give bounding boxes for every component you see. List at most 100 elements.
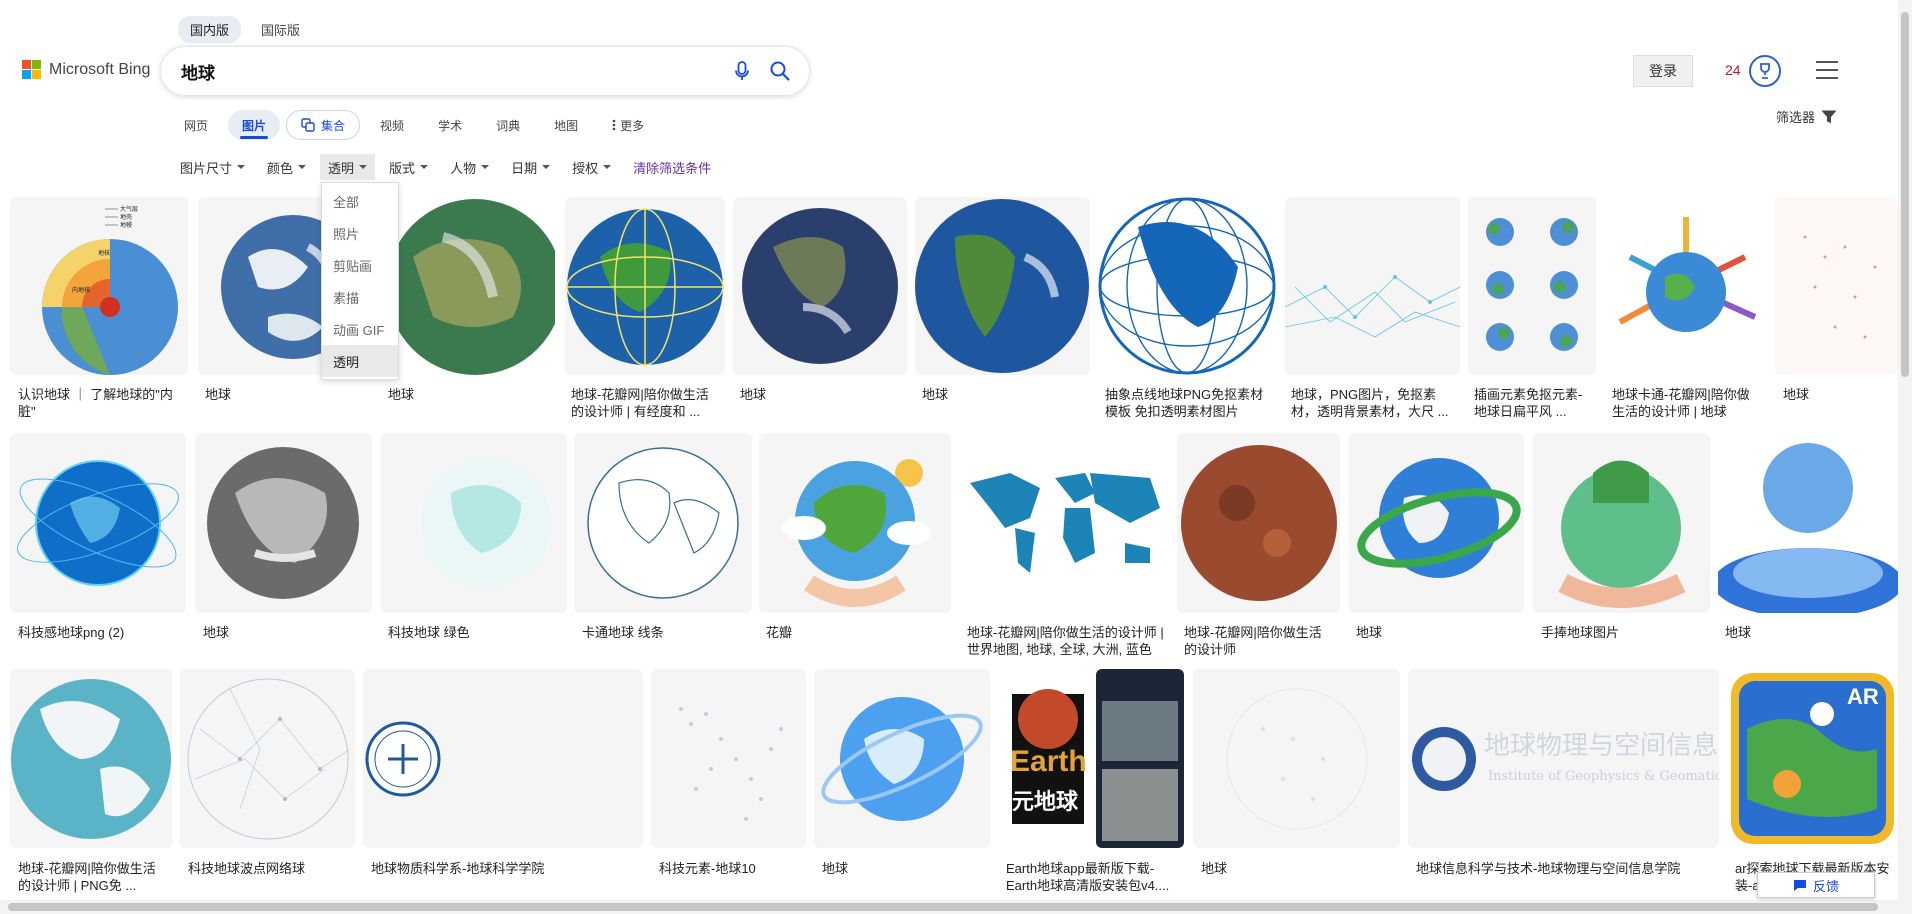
feedback-button[interactable]: 反馈 xyxy=(1757,872,1875,898)
search-input[interactable] xyxy=(181,61,715,81)
image-result[interactable] xyxy=(1177,433,1340,613)
image-caption[interactable]: 地球-花瓣网|陪你做生活的设计师 | 世界地图, 地球, 全球, 大洲, 蓝色 xyxy=(967,624,1165,658)
3d-earth-image xyxy=(1357,458,1521,578)
tab-more[interactable]: 更多 xyxy=(598,110,658,140)
image-caption[interactable]: 地球 xyxy=(1783,386,1893,403)
image-result[interactable] xyxy=(195,433,372,613)
image-result[interactable] xyxy=(1775,197,1898,375)
image-caption[interactable]: 地球-花瓣网|陪你做生活的设计师 xyxy=(1184,624,1334,658)
login-button[interactable]: 登录 xyxy=(1633,55,1693,87)
image-caption[interactable]: 卡通地球 线条 xyxy=(582,624,747,641)
microphone-icon[interactable] xyxy=(731,60,753,82)
filter-license[interactable]: 授权 xyxy=(564,154,619,180)
image-result[interactable] xyxy=(574,433,752,613)
region-tab-domestic[interactable]: 国内版 xyxy=(178,16,242,43)
tab-collections[interactable]: 集合 xyxy=(286,110,361,140)
image-caption[interactable]: 认识地球 ｜ 了解地球的"内脏" xyxy=(18,386,183,420)
image-caption[interactable]: 花瓣 xyxy=(766,624,936,641)
image-caption[interactable]: 科技地球波点网络球 xyxy=(188,860,353,877)
image-caption[interactable]: 科技元素-地球10 xyxy=(659,860,804,877)
filter-toggle-label: 筛选器 xyxy=(1776,110,1816,125)
bing-logo[interactable]: Microsoft Bing xyxy=(22,60,150,79)
image-caption[interactable]: 科技地球 绿色 xyxy=(388,624,558,641)
tab-dictionary[interactable]: 词典 xyxy=(482,110,534,140)
image-result[interactable] xyxy=(1193,669,1400,848)
tab-web[interactable]: 网页 xyxy=(170,110,222,140)
filter-date[interactable]: 日期 xyxy=(503,154,558,180)
image-caption[interactable]: 地球 xyxy=(922,386,1082,403)
vertical-scroll-thumb[interactable] xyxy=(1901,12,1909,377)
filter-image-size[interactable]: 图片尺寸 xyxy=(172,154,253,180)
tab-images[interactable]: 图片 xyxy=(228,110,281,140)
filter-people[interactable]: 人物 xyxy=(442,154,497,180)
clear-filters-link[interactable]: 清除筛选条件 xyxy=(625,158,719,177)
image-caption[interactable]: 地球-花瓣网|陪你做生活的设计师 | 有经度和 ... xyxy=(571,386,721,420)
image-caption[interactable]: 地球信息科学与技术-地球物理与空间信息学院 xyxy=(1416,860,1711,877)
image-result[interactable] xyxy=(1468,197,1596,375)
menu-icon[interactable] xyxy=(1816,61,1838,79)
horizontal-scroll-thumb[interactable] xyxy=(8,903,1878,911)
image-result[interactable] xyxy=(1285,197,1460,375)
dropdown-item-transparent[interactable]: 透明 xyxy=(322,345,398,377)
filter-date-label: 日期 xyxy=(511,160,538,176)
image-caption[interactable]: 插画元素免抠元素-地球日扁平风 ... xyxy=(1474,386,1594,420)
image-result[interactable] xyxy=(381,433,567,613)
image-caption[interactable]: 地球-花瓣网|陪你做生活的设计师 | PNG免 ... xyxy=(18,860,168,894)
image-result[interactable] xyxy=(814,669,990,848)
image-result[interactable]: 地球物理与空间信息学院 Institute of Geophysics & Geo… xyxy=(1408,669,1719,848)
image-caption[interactable]: 地球 xyxy=(822,860,982,877)
dropdown-item-all[interactable]: 全部 xyxy=(322,185,398,217)
tab-academic[interactable]: 学术 xyxy=(424,110,476,140)
image-result[interactable] xyxy=(960,433,1168,613)
image-caption[interactable]: 地球 xyxy=(740,386,900,403)
filter-toggle-button[interactable]: 筛选器 xyxy=(1776,107,1837,126)
image-result[interactable] xyxy=(651,669,806,848)
image-caption[interactable]: 科技感地球png (2) xyxy=(18,624,183,641)
image-caption[interactable]: 地球 xyxy=(203,624,363,641)
image-result[interactable] xyxy=(1349,433,1524,613)
image-result[interactable] xyxy=(10,669,172,848)
rewards-count[interactable]: 24 xyxy=(1725,62,1741,78)
image-caption[interactable]: 地球物质科学系-地球科学学院 xyxy=(371,860,636,877)
filter-color[interactable]: 颜色 xyxy=(259,154,314,180)
dropdown-item-photo[interactable]: 照片 xyxy=(322,217,398,249)
image-caption[interactable]: 手捧地球图片 xyxy=(1541,624,1706,641)
image-result[interactable] xyxy=(180,669,355,848)
image-caption[interactable]: 地球 xyxy=(1356,624,1516,641)
image-result[interactable]: 大气层 地壳 地幔 地核 内地核 xyxy=(10,197,188,375)
image-result[interactable] xyxy=(733,197,907,375)
dropdown-item-clipart[interactable]: 剪贴画 xyxy=(322,249,398,281)
filter-layout[interactable]: 版式 xyxy=(381,154,436,180)
image-caption[interactable]: 地球卡通-花瓣网|陪你做生活的设计师 | 地球 xyxy=(1612,386,1762,420)
filter-icon xyxy=(1821,110,1837,123)
image-result[interactable]: AR xyxy=(1727,669,1898,848)
image-result[interactable] xyxy=(1098,197,1276,375)
tab-maps[interactable]: 地图 xyxy=(540,110,592,140)
image-result[interactable] xyxy=(759,433,951,613)
image-result[interactable] xyxy=(10,433,186,613)
tab-videos[interactable]: 视频 xyxy=(366,110,418,140)
image-result[interactable] xyxy=(1718,433,1898,613)
search-icon[interactable] xyxy=(769,60,791,82)
image-result[interactable] xyxy=(1533,433,1710,613)
rewards-icon[interactable] xyxy=(1749,55,1781,87)
image-caption[interactable]: 地球 xyxy=(1725,624,1890,641)
image-result[interactable] xyxy=(565,197,725,375)
image-caption[interactable]: 地球 xyxy=(388,386,548,403)
image-result[interactable] xyxy=(1605,197,1767,375)
dropdown-item-gif[interactable]: 动画 GIF xyxy=(322,313,398,345)
image-caption[interactable]: 地球，PNG图片，免抠素材，透明背景素材，大尺 ... xyxy=(1291,386,1456,420)
image-caption[interactable]: 地球 xyxy=(1201,860,1391,877)
filter-image-size-label: 图片尺寸 xyxy=(180,160,233,176)
image-result[interactable] xyxy=(383,197,555,375)
filter-type[interactable]: 透明 xyxy=(320,154,376,180)
feedback-icon xyxy=(1793,879,1806,891)
image-result[interactable] xyxy=(363,669,643,848)
image-result[interactable]: Earth 元地球 xyxy=(998,669,1185,848)
region-tab-international[interactable]: 国际版 xyxy=(249,16,312,43)
image-result[interactable] xyxy=(915,197,1090,375)
image-caption[interactable]: Earth地球app最新版下载-Earth地球高清版安装包v4.... xyxy=(1006,860,1176,894)
image-caption[interactable]: 抽象点线地球PNG免抠素材模板 免扣透明素材图片 xyxy=(1105,386,1270,420)
dropdown-item-linedrawing[interactable]: 素描 xyxy=(322,281,398,313)
image-caption[interactable]: 地球 xyxy=(205,386,365,403)
